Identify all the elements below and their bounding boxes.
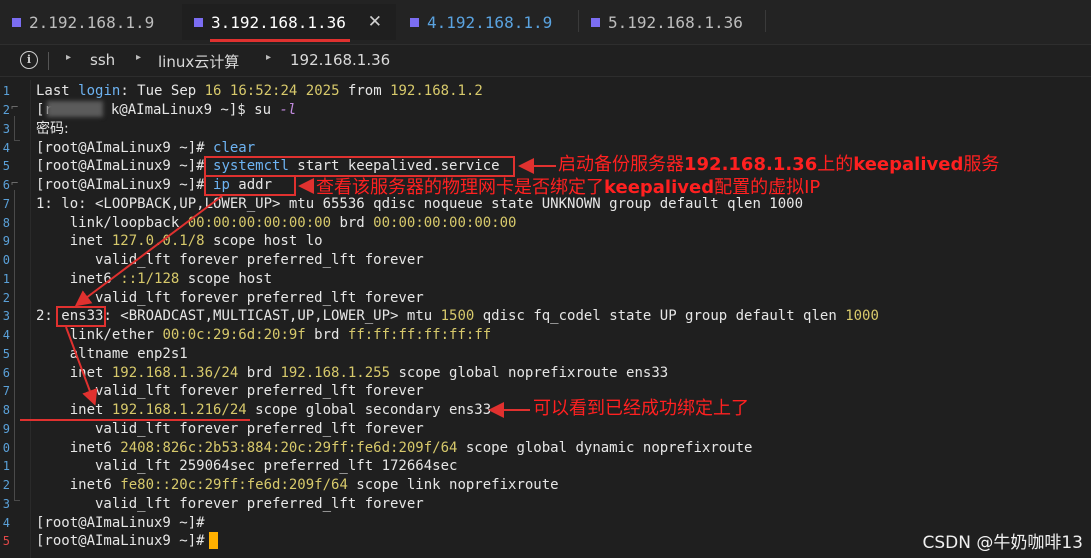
annotation-arrows: [20, 158, 556, 421]
arrow-ens33-to-vip: [65, 326, 98, 406]
arrow-ipaddr-to-ens33: [74, 195, 223, 307]
annotation-check-vip: 查看该服务器的物理网卡是否绑定了keepalived配置的虚拟IP: [316, 177, 821, 198]
watermark: CSDN @牛奶咖啡13: [922, 533, 1083, 553]
annotation-start-service: 启动备份服务器192.168.1.36上的keepalived服务: [558, 154, 1000, 175]
annotation-bound-success: 可以看到已经成功绑定上了: [533, 398, 749, 419]
